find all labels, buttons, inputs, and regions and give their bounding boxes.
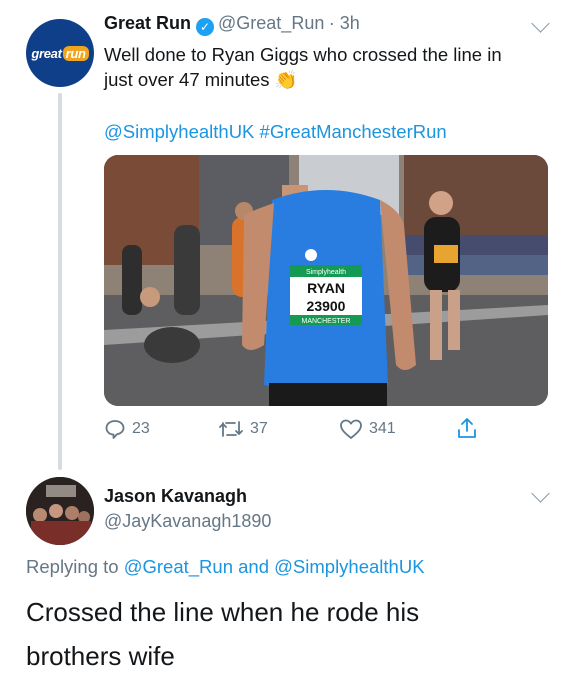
jason-kavanagh-avatar[interactable] xyxy=(26,477,94,545)
tweet-tags: @SimplyhealthUK #GreatManchesterRun xyxy=(104,121,447,143)
tweet-text-line-2: just over 47 minutes xyxy=(104,69,270,90)
tweet-photo[interactable]: Simplyhealth RYAN 23900 MANCHESTER xyxy=(104,155,548,406)
retweet-count: 37 xyxy=(250,420,268,437)
author-name[interactable]: Great Run xyxy=(104,13,191,33)
avatar-logo-run: run xyxy=(62,45,89,61)
reply-text-line-2: brothers wife xyxy=(26,641,175,671)
clapping-hands-emoji: 👏 xyxy=(274,69,298,90)
reply-icon xyxy=(105,420,125,439)
tweet-header: Great Run ✓ @Great_Run · 3h xyxy=(104,13,360,36)
retweet-icon xyxy=(219,421,243,437)
verified-badge-icon: ✓ xyxy=(196,18,215,36)
avatar-logo-text: great xyxy=(31,45,62,61)
bib-brand: Simplyhealth xyxy=(306,269,346,276)
retweet-action[interactable]: 37 xyxy=(218,418,268,440)
reply-chevron-down-icon[interactable] xyxy=(531,484,550,503)
hashtag-link[interactable]: #GreatManchesterRun xyxy=(260,121,447,142)
chevron-down-icon[interactable] xyxy=(531,14,550,33)
bib-city: MANCHESTER xyxy=(301,318,350,325)
replying-prefix: Replying to xyxy=(26,556,124,577)
reply-author-name[interactable]: Jason Kavanagh xyxy=(104,486,247,507)
great-run-avatar[interactable]: great run xyxy=(26,19,94,87)
reply-action[interactable]: 23 xyxy=(104,418,150,440)
share-action[interactable] xyxy=(456,416,484,440)
reply-text: Crossed the line when he rode his brothe… xyxy=(26,590,546,678)
author-handle[interactable]: @Great_Run xyxy=(218,13,324,33)
mention-link[interactable]: @SimplyhealthUK xyxy=(104,121,254,142)
reply-count: 23 xyxy=(132,420,150,437)
replying-to-simplyhealth[interactable]: @SimplyhealthUK xyxy=(274,556,424,577)
reply-text-line-1: Crossed the line when he rode his xyxy=(26,597,420,627)
bib-number: 23900 xyxy=(307,298,346,314)
replying-to-great-run[interactable]: @Great_Run xyxy=(124,556,233,577)
thread-line xyxy=(58,93,62,470)
crowd-photo-illustration xyxy=(26,477,94,545)
like-action[interactable]: 341 xyxy=(339,418,396,440)
tweet-text: Well done to Ryan Giggs who crossed the … xyxy=(104,42,554,92)
marathon-photo-illustration: Simplyhealth RYAN 23900 MANCHESTER xyxy=(104,155,548,406)
tweet-time[interactable]: · 3h xyxy=(329,13,360,33)
heart-icon xyxy=(340,419,362,439)
share-icon xyxy=(458,418,476,438)
bib-name: RYAN xyxy=(307,280,345,296)
like-count: 341 xyxy=(369,420,396,437)
reply-author-handle[interactable]: @JayKavanagh1890 xyxy=(104,511,271,532)
tweet-text-line-1: Well done to Ryan Giggs who crossed the … xyxy=(104,44,502,65)
replying-and: and xyxy=(232,556,275,577)
replying-to-line: Replying to @Great_Run and @Simplyhealth… xyxy=(26,556,425,578)
